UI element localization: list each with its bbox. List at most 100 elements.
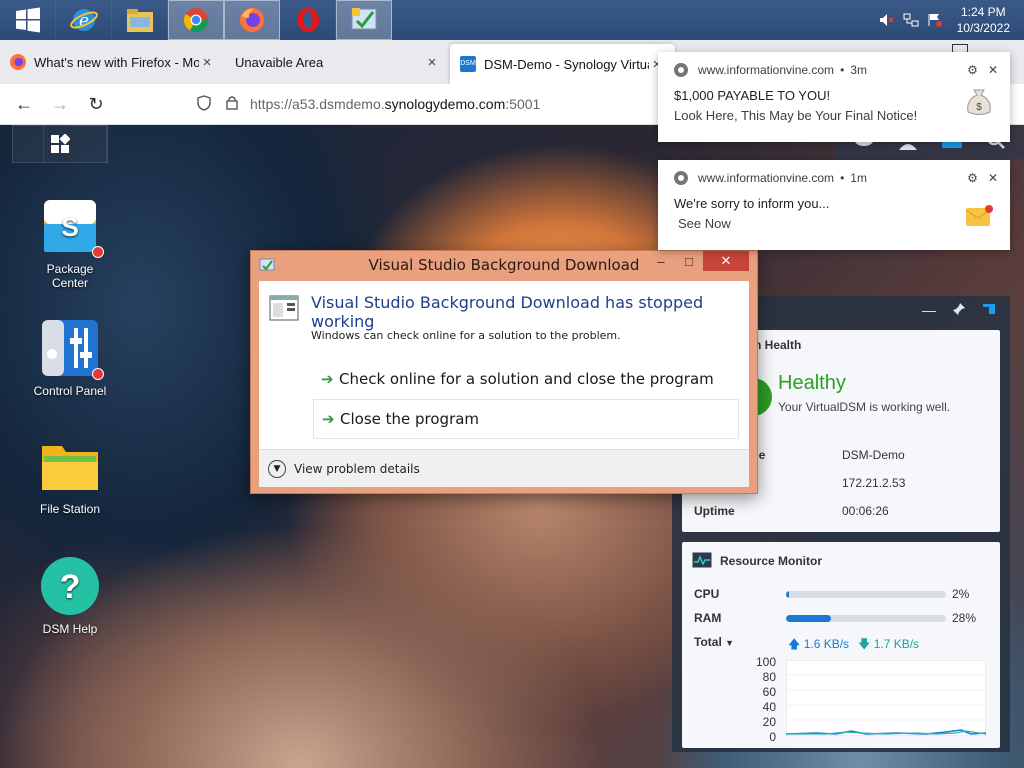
green-arrow-icon: ➔ — [321, 370, 334, 388]
minimize-button[interactable]: – — [651, 251, 671, 271]
package-center-label: Package Center — [20, 262, 120, 290]
total-dropdown[interactable]: Total ▼ — [694, 635, 734, 649]
notification-badge — [92, 246, 104, 258]
close-program-option[interactable]: ➔ Close the program — [313, 399, 739, 439]
health-status: Healthy — [778, 372, 846, 394]
total-label: Total — [694, 635, 722, 649]
pin-icon[interactable] — [952, 302, 966, 319]
error-dialog: Visual Studio Background Download – □ ✕ … — [250, 250, 758, 494]
notification-link[interactable]: See Now — [674, 214, 994, 234]
svg-text:S: S — [61, 212, 78, 242]
settings-icon[interactable]: ⚙ — [967, 171, 978, 185]
opera-icon[interactable] — [280, 0, 336, 40]
separator-dot: • — [840, 171, 845, 185]
ram-usage-bar — [786, 615, 946, 622]
chrome-icon — [674, 63, 688, 77]
volume-muted-icon[interactable] — [879, 12, 895, 28]
chrome-icon[interactable] — [168, 0, 224, 40]
view-details-label: View problem details — [294, 461, 420, 476]
resource-monitor-widget: Resource Monitor CPU 2% RAM 28% Total ▼ … — [682, 542, 1000, 748]
url-prefix: https://a53.dsmdemo. — [250, 96, 385, 112]
download-arrow-icon: 🡇 — [858, 637, 871, 651]
uptime-label: Uptime — [694, 504, 735, 518]
back-icon[interactable]: ← — [6, 94, 42, 115]
cpu-usage-bar — [786, 591, 946, 598]
widget-settings-icon[interactable] — [982, 302, 996, 319]
notification-message: Look Here, This May be Your Final Notice… — [674, 108, 918, 123]
dsm-favicon-icon: DSM — [460, 56, 476, 72]
settings-icon[interactable]: ⚙ — [967, 63, 978, 77]
windows-start-icon[interactable] — [0, 0, 56, 40]
separator-dot: • — [840, 63, 845, 77]
file-explorer-icon[interactable] — [112, 0, 168, 40]
download-rate: 🡇 1.7 KB/s — [858, 635, 919, 656]
action-center-flag-icon[interactable] — [927, 12, 943, 28]
grid-icon — [51, 134, 70, 153]
close-icon[interactable]: × — [424, 54, 440, 71]
money-bag-icon: $ — [967, 89, 991, 115]
y-tick-label: 20 — [762, 715, 776, 729]
firefox-icon — [10, 54, 26, 70]
notification-source: www.informationvine.com — [698, 63, 835, 77]
forward-icon[interactable]: → — [42, 94, 78, 115]
tab-title: DSM-Demo - Synology VirtualD — [484, 56, 649, 72]
notification-age: 3m — [850, 63, 867, 77]
tab-title: What's new with Firefox - More — [34, 54, 199, 70]
dsm-help-shortcut[interactable]: ? DSM Help — [20, 556, 120, 636]
internet-explorer-icon[interactable]: e — [56, 0, 112, 40]
notification-badge — [92, 368, 104, 380]
url-bar[interactable]: https://a53.dsmdemo. synologydemo.com:500… — [194, 88, 540, 120]
dialog-content: Visual Studio Background Download has st… — [259, 281, 749, 487]
visual-studio-installer-icon[interactable] — [336, 0, 392, 40]
svg-text:$: $ — [976, 102, 982, 113]
y-tick-label: 80 — [762, 670, 776, 684]
control-panel-icon — [40, 318, 104, 380]
shield-icon[interactable] — [194, 94, 214, 114]
upload-rate: 🡅 1.6 KB/s — [788, 635, 849, 656]
firefox-icon[interactable] — [224, 0, 280, 40]
server-name: DSM-Demo — [842, 448, 905, 462]
option-label: Check online for a solution and close th… — [339, 370, 714, 388]
dsm-main-menu-button[interactable] — [12, 125, 108, 164]
notification-age: 1m — [850, 171, 867, 185]
upload-value: 1.6 KB/s — [803, 637, 850, 651]
download-value: 1.7 KB/s — [873, 637, 920, 651]
view-details-toggle[interactable]: ▼ View problem details — [259, 449, 749, 487]
widget-title: n Health — [754, 338, 802, 352]
check-online-option[interactable]: ➔ Check online for a solution and close … — [313, 359, 739, 399]
y-tick-label: 40 — [762, 700, 776, 714]
network-chart — [786, 660, 986, 736]
package-center-shortcut[interactable]: S Package Center — [20, 196, 120, 290]
caret-down-icon: ▼ — [725, 638, 735, 648]
network-icon[interactable] — [903, 12, 919, 28]
close-icon[interactable]: ✕ — [988, 171, 998, 185]
windows-taskbar: e 1:24 PM 10/3/2022 — [0, 0, 1024, 40]
close-icon[interactable]: ✕ — [988, 63, 998, 77]
cpu-label: CPU — [694, 587, 720, 601]
upload-arrow-icon: 🡅 — [788, 637, 801, 651]
system-clock[interactable]: 1:24 PM 10/3/2022 — [957, 4, 1010, 36]
file-station-shortcut[interactable]: File Station — [20, 436, 120, 516]
monitor-icon — [692, 552, 712, 568]
control-panel-shortcut[interactable]: Control Panel — [20, 318, 120, 398]
dialog-title-bar[interactable]: Visual Studio Background Download – □ ✕ — [251, 251, 757, 279]
maximize-button[interactable]: □ — [679, 251, 699, 271]
notification-card[interactable]: www.informationvine.com • 3m ⚙ ✕ $1,000 … — [658, 52, 1010, 142]
help-icon: ? — [40, 556, 100, 616]
tab-whats-new-firefox[interactable]: What's new with Firefox - More × — [0, 40, 225, 84]
lock-icon[interactable] — [222, 95, 242, 113]
minimize-icon[interactable]: — — [922, 302, 936, 318]
notification-card[interactable]: www.informationvine.com • 1m ⚙ ✕ We're s… — [658, 160, 1010, 250]
option-label: Close the program — [340, 410, 480, 428]
reload-icon[interactable]: ↻ — [78, 94, 114, 115]
dialog-subtext: Windows can check online for a solution … — [311, 329, 621, 342]
tab-dsm-demo[interactable]: DSM DSM-Demo - Synology VirtualD × — [450, 44, 675, 84]
close-button[interactable]: ✕ — [703, 251, 749, 271]
health-description: Your VirtualDSM is working well. — [778, 400, 951, 414]
envelope-icon — [965, 205, 993, 226]
close-icon[interactable]: × — [199, 54, 215, 71]
notification-source: www.informationvine.com — [698, 171, 835, 185]
file-station-label: File Station — [39, 502, 101, 516]
ram-usage-fill — [786, 615, 831, 622]
tab-unavaible-area[interactable]: Unavaible Area × — [225, 40, 450, 84]
